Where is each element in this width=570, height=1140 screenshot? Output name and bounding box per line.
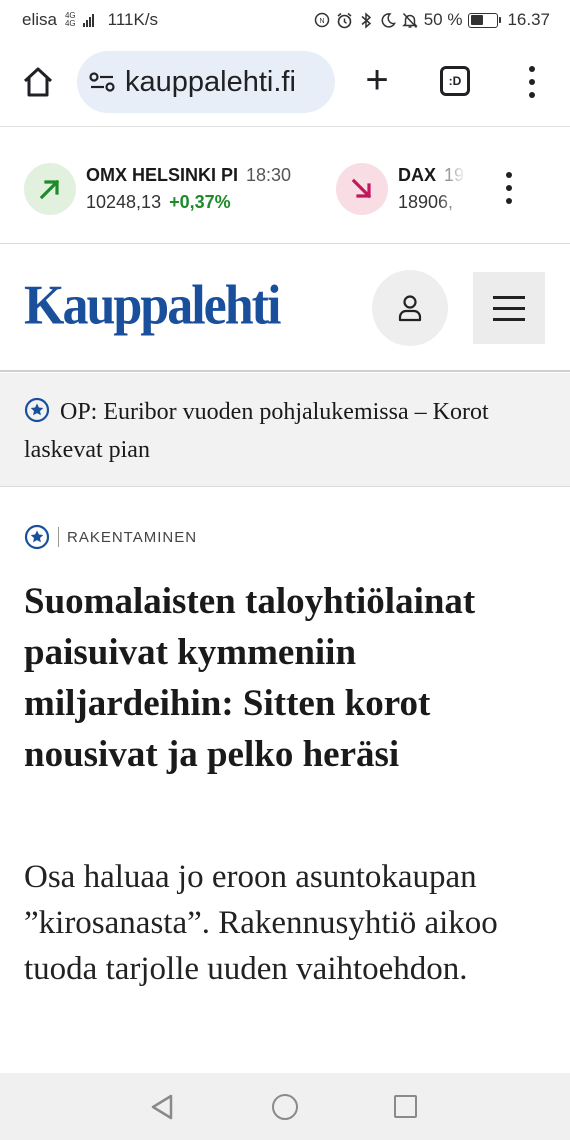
browser-menu-button[interactable] xyxy=(520,66,544,98)
new-tab-button[interactable]: + xyxy=(358,60,396,100)
network-type: 4G 4G xyxy=(65,12,76,28)
home-button[interactable] xyxy=(20,64,56,100)
arrow-up-icon xyxy=(24,163,76,215)
home-icon xyxy=(23,67,53,97)
arrow-down-icon xyxy=(336,163,388,215)
user-icon xyxy=(398,295,422,322)
svg-text:N: N xyxy=(319,18,324,25)
article-card[interactable]: RAKENTAMINEN Suomalaisten taloyhtiölaina… xyxy=(0,488,570,1073)
ticker-time: 18:30 xyxy=(246,165,292,185)
browser-toolbar: kauppalehti.fi + :D xyxy=(0,40,570,127)
ticker-more-button[interactable] xyxy=(503,172,515,204)
ticker-time: 19 xyxy=(444,165,465,185)
data-rate: 111K/s xyxy=(107,10,159,29)
network-type-sub: 4G xyxy=(64,19,76,28)
ticker-value: 10248,13 xyxy=(86,192,162,212)
mute-icon xyxy=(401,12,418,29)
ticker-item[interactable]: OMX HELSINKI PI 18:30 10248,13 +0,37% xyxy=(24,162,291,216)
address-bar[interactable]: kauppalehti.fi xyxy=(77,51,335,113)
news-banner[interactable]: OP: Euribor vuoden pohjalukemissa – Koro… xyxy=(0,373,570,487)
article-category[interactable]: RAKENTAMINEN xyxy=(67,529,197,546)
market-ticker: OMX HELSINKI PI 18:30 10248,13 +0,37% DAX 1… xyxy=(0,128,570,244)
user-account-button[interactable] xyxy=(372,270,448,346)
ticker-item[interactable]: DAX 19 18906, xyxy=(336,162,470,216)
ticker-name: DAX xyxy=(398,165,437,185)
ticker-value: 18906, xyxy=(398,192,454,212)
signal-icon xyxy=(82,13,94,27)
status-bar-right: N 50 % 16.37 xyxy=(314,10,550,30)
bluetooth-icon xyxy=(358,12,374,29)
carrier-name: elisa xyxy=(22,10,57,29)
ticker-name: OMX HELSINKI PI xyxy=(86,165,239,185)
site-header: Kauppalehti xyxy=(0,244,570,372)
banner-text: OP: Euribor vuoden pohjalukemissa – Koro… xyxy=(24,399,489,463)
battery-icon xyxy=(468,12,502,28)
tab-switcher-label: :D xyxy=(448,74,462,88)
home-nav-icon[interactable] xyxy=(272,1094,298,1120)
clock: 16.37 xyxy=(507,10,550,29)
divider xyxy=(58,527,59,547)
article-headline[interactable]: Suomalaisten taloyhtiölainat paisuivat k… xyxy=(24,576,554,780)
article-lead: Osa haluaa jo eroon asuntokaupan ”kirosa… xyxy=(24,859,498,987)
premium-star-icon xyxy=(24,524,50,550)
tab-switcher-button[interactable]: :D xyxy=(440,66,470,96)
status-bar-left: elisa 4G 4G 111K/s xyxy=(22,10,158,30)
article-meta: RAKENTAMINEN xyxy=(24,524,197,550)
alarm-icon xyxy=(336,12,352,29)
back-icon[interactable] xyxy=(149,1093,175,1121)
moon-icon xyxy=(380,12,396,28)
status-bar: elisa 4G 4G 111K/s N 50 % 16.37 xyxy=(0,0,570,40)
recent-apps-icon[interactable] xyxy=(394,1095,417,1118)
site-settings-icon[interactable] xyxy=(89,72,115,92)
nfc-icon: N xyxy=(314,12,330,28)
battery-percent: 50 % xyxy=(423,10,463,29)
hamburger-menu-button[interactable] xyxy=(473,272,545,344)
ticker-change: +0,37% xyxy=(169,192,231,212)
system-nav-bar xyxy=(0,1073,570,1140)
premium-star-icon xyxy=(24,397,50,423)
site-logo[interactable]: Kauppalehti xyxy=(24,274,281,338)
url-text: kauppalehti.fi xyxy=(125,65,296,98)
